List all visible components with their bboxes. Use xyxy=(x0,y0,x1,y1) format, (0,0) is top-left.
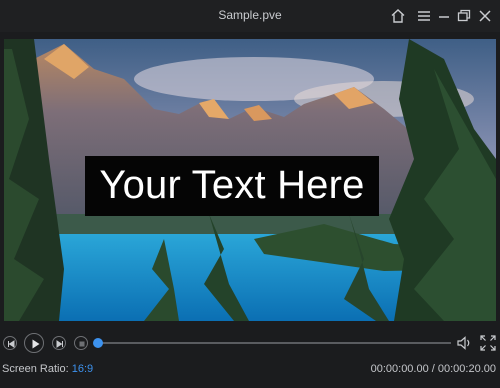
home-icon[interactable] xyxy=(389,7,407,25)
previous-frame-button[interactable] xyxy=(3,336,17,350)
text-overlay-box[interactable]: Your Text Here xyxy=(85,156,379,216)
video-editor-window: Sample.pve Your Text Here Screen Ratio: … xyxy=(0,0,500,388)
title-bar: Sample.pve xyxy=(0,0,500,32)
text-overlay[interactable]: Your Text Here xyxy=(85,162,379,208)
menu-icon[interactable] xyxy=(415,7,433,25)
fullscreen-icon[interactable] xyxy=(479,334,497,352)
progress-handle[interactable] xyxy=(93,338,103,348)
play-button[interactable] xyxy=(24,333,44,353)
stop-button[interactable] xyxy=(74,336,88,350)
next-frame-button[interactable] xyxy=(52,336,66,350)
progress-track[interactable] xyxy=(98,342,451,344)
restore-icon[interactable] xyxy=(455,7,473,25)
play-icon xyxy=(32,339,40,349)
time-display: 00:00:00.00 / 00:00:20.00 xyxy=(370,363,496,375)
stop-icon xyxy=(79,341,85,347)
video-preview[interactable]: Your Text Here xyxy=(4,39,496,321)
player-controls: Screen Ratio: 16:9 00:00:00.00 / 00:00:2… xyxy=(0,323,500,388)
previous-frame-icon xyxy=(8,340,15,348)
close-icon[interactable] xyxy=(476,7,494,25)
next-frame-icon xyxy=(56,340,63,348)
screen-ratio-label: Screen Ratio: 16:9 xyxy=(2,363,93,375)
volume-icon[interactable] xyxy=(456,334,474,352)
screen-ratio-value[interactable]: 16:9 xyxy=(72,363,93,375)
screen-ratio-text: Screen Ratio: xyxy=(2,363,69,375)
minimize-icon[interactable] xyxy=(435,7,453,25)
